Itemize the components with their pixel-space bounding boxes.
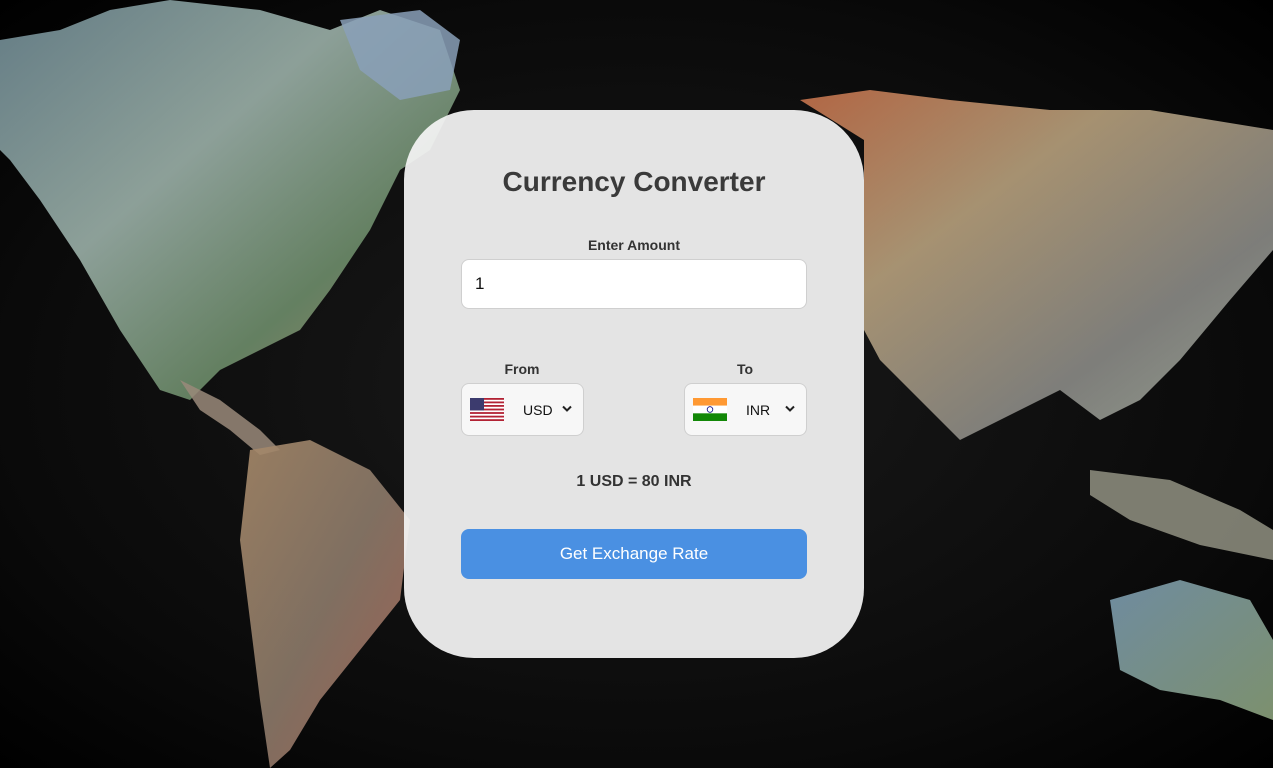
us-flag-icon — [470, 398, 504, 421]
to-label: To — [736, 361, 754, 377]
chevron-down-icon — [785, 405, 795, 412]
to-currency-select[interactable]: INR — [684, 383, 807, 436]
from-currency-value: USD — [523, 402, 553, 418]
chevron-down-icon — [562, 405, 572, 412]
amount-input[interactable] — [461, 259, 807, 309]
to-currency-value: INR — [746, 402, 771, 418]
from-currency-select[interactable]: USD — [461, 383, 584, 436]
india-flag-icon — [693, 398, 727, 421]
from-label: From — [504, 361, 540, 377]
exchange-rate-result: 1 USD = 80 INR — [576, 473, 692, 490]
amount-label: Enter Amount — [587, 237, 681, 253]
get-exchange-rate-button[interactable]: Get Exchange Rate — [461, 529, 807, 579]
page-title: Currency Converter — [502, 166, 766, 197]
converter-card: Currency Converter Enter Amount From To … — [404, 110, 864, 658]
